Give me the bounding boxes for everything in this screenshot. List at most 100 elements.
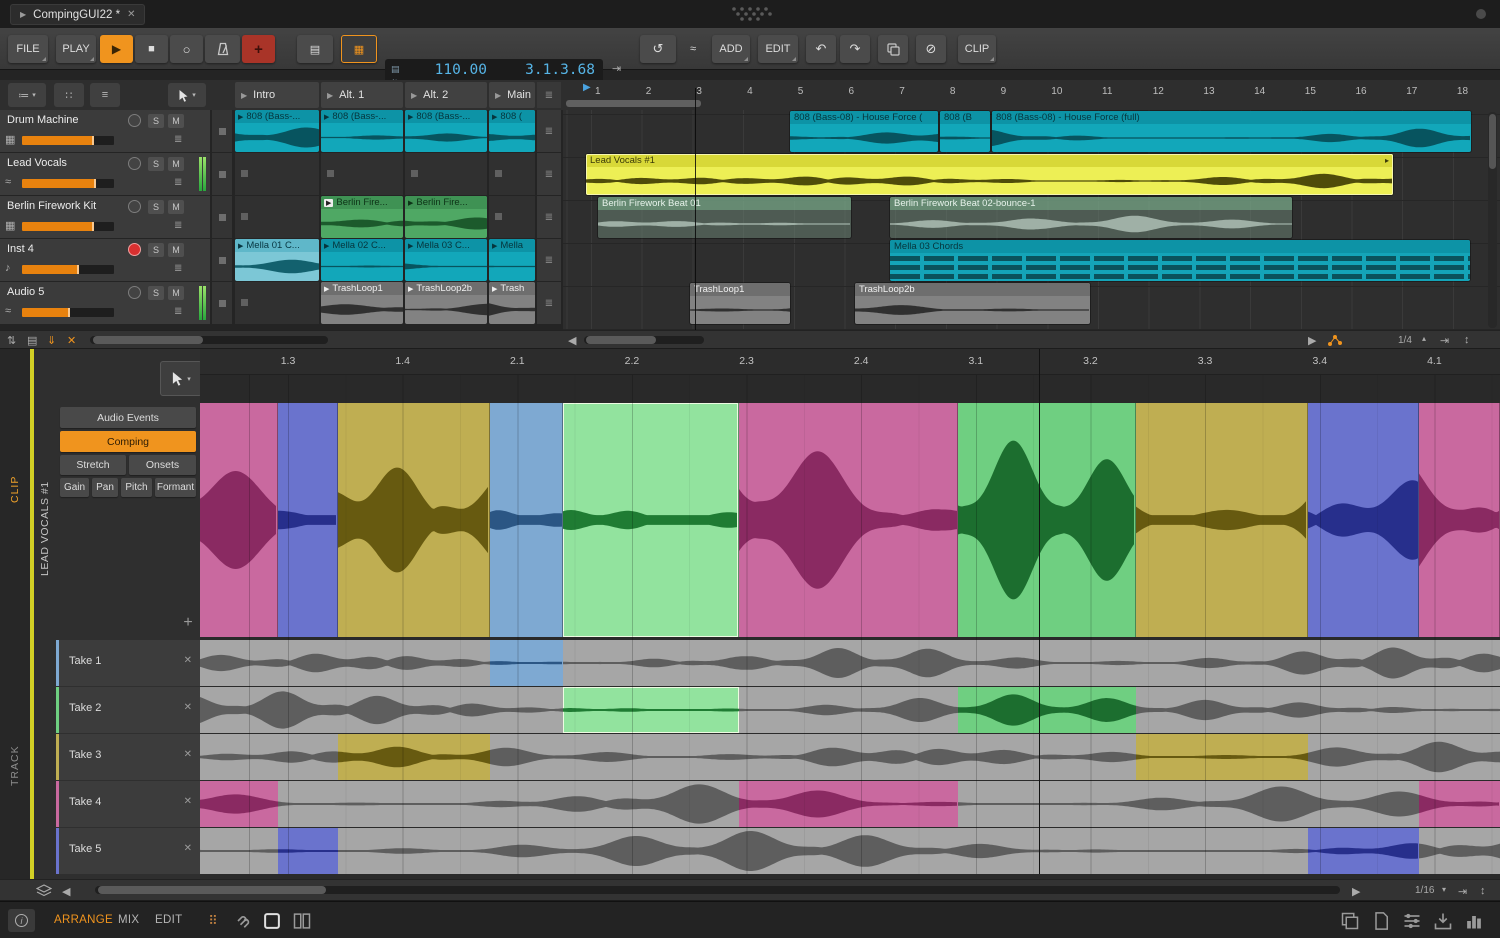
tempo-value[interactable]: 110.00 xyxy=(415,62,487,78)
track-menu-icon[interactable]: ≣ xyxy=(174,263,182,274)
editor-h-scrollbar-track[interactable] xyxy=(95,886,1340,894)
goto-end-icon[interactable]: ⇥ xyxy=(1440,334,1449,347)
swing-button[interactable]: ≈ xyxy=(680,35,706,63)
arr-ruler-label[interactable]: 4 xyxy=(747,86,753,97)
clip-play-icon[interactable]: ▶ xyxy=(324,113,329,121)
inbox-icon[interactable] xyxy=(1433,911,1453,931)
comp-section[interactable] xyxy=(739,403,958,637)
editor-ruler[interactable]: 1.31.42.12.22.32.43.13.23.33.44.1 xyxy=(200,349,1500,375)
clip-launcher-empty-slot[interactable] xyxy=(489,153,535,195)
clip-launcher-clip[interactable]: ▶Berlin Fire... xyxy=(321,196,403,238)
arranger-clip[interactable]: Berlin Firework Beat 02-bounce-1 xyxy=(890,197,1292,238)
scene-header[interactable]: ▶Alt. 1 xyxy=(321,82,403,108)
comp-section[interactable] xyxy=(1136,403,1308,637)
arranger-clip[interactable]: TrashLoop2b xyxy=(855,283,1090,324)
arr-ruler-label[interactable]: 10 xyxy=(1051,86,1062,97)
scene-header[interactable]: ▶Alt. 2 xyxy=(405,82,487,108)
take-delete-button[interactable]: ✕ xyxy=(184,796,192,807)
track-slot-menu[interactable]: ≣ xyxy=(537,196,561,238)
clip-stop-cell[interactable] xyxy=(212,153,232,195)
take-delete-button[interactable]: ✕ xyxy=(184,843,192,854)
link-icon[interactable] xyxy=(233,911,253,931)
comp-section[interactable] xyxy=(563,403,739,637)
arranger-ruler[interactable]: ▶ 123456789101112131415161718 xyxy=(563,80,1500,110)
clip-launcher-empty-slot[interactable] xyxy=(405,153,487,195)
automation-write-button[interactable]: ▤ xyxy=(297,35,333,63)
track-header[interactable]: Audio 5SM≈≣ xyxy=(0,282,210,324)
clip-launcher-clip[interactable]: ▶Mella 01 C... xyxy=(235,239,319,281)
clip-play-icon[interactable]: ▶ xyxy=(324,199,333,207)
timeline-scrollbar-thumb[interactable] xyxy=(586,336,656,344)
editor-tool-button[interactable]: ▾ xyxy=(160,361,202,396)
focus-toggle-icon[interactable] xyxy=(262,911,282,931)
tab-track[interactable]: TRACK xyxy=(0,731,30,801)
scroll-left-icon[interactable]: ◀ xyxy=(568,334,576,347)
mute-button[interactable]: M xyxy=(168,157,184,171)
timeline-scrollbar-track[interactable] xyxy=(584,336,704,344)
arranger-clip[interactable]: 808 (B xyxy=(940,111,990,152)
clip-play-icon[interactable]: ▶ xyxy=(408,285,413,293)
take-label[interactable]: Take 4✕ xyxy=(56,781,200,827)
arr-ruler-label[interactable]: 8 xyxy=(950,86,956,97)
arranger-clip[interactable]: Berlin Firework Beat 01 xyxy=(598,197,851,238)
editor-h-scrollbar-thumb[interactable] xyxy=(98,886,326,894)
clip-play-icon[interactable]: ▶ xyxy=(324,242,329,250)
take-section[interactable] xyxy=(1308,828,1419,874)
dual-panel-icon[interactable] xyxy=(292,911,312,931)
edit-ruler-label[interactable]: 3.1 xyxy=(969,355,984,367)
take-label[interactable]: Take 2✕ xyxy=(56,687,200,733)
take-label[interactable]: Take 3✕ xyxy=(56,734,200,780)
clip-stop-cell[interactable] xyxy=(212,196,232,238)
arr-ruler-label[interactable]: 17 xyxy=(1406,86,1417,97)
launcher-view-button[interactable]: ∷ xyxy=(54,83,84,107)
scene-header[interactable]: ▶Main xyxy=(489,82,535,108)
scene-play-icon[interactable]: ▶ xyxy=(241,91,247,100)
arr-ruler-label[interactable]: 11 xyxy=(1102,86,1112,97)
zoom-down-icon[interactable]: ▾ xyxy=(1442,885,1446,894)
arr-ruler-label[interactable]: 18 xyxy=(1457,86,1468,97)
track-fader[interactable] xyxy=(22,179,114,188)
clip-play-icon[interactable]: ▶ xyxy=(238,242,243,250)
comping-button[interactable]: Comping xyxy=(60,431,196,452)
arm-button[interactable] xyxy=(128,200,141,213)
scroll-follow-icon[interactable]: ⇅ xyxy=(7,334,16,347)
arr-ruler-label[interactable]: 9 xyxy=(1001,86,1007,97)
scene-header[interactable]: ▶Intro xyxy=(235,82,319,108)
editor-lanes[interactable]: 1.31.42.12.22.32.43.13.23.33.44.1 xyxy=(200,349,1500,879)
arr-ruler-label[interactable]: 16 xyxy=(1356,86,1367,97)
arranger-clip[interactable]: Lead Vocals #1▸ xyxy=(586,154,1393,195)
edit-ruler-label[interactable]: 4.1 xyxy=(1427,355,1442,367)
scroll-left-icon[interactable]: ◀ xyxy=(62,885,70,898)
clip-launcher-clip[interactable]: ▶808 (Bass-... xyxy=(235,110,319,152)
arr-ruler-label[interactable]: 6 xyxy=(849,86,855,97)
solo-button[interactable]: S xyxy=(148,200,164,214)
edit-ruler-label[interactable]: 3.4 xyxy=(1312,355,1327,367)
take-section[interactable] xyxy=(739,781,958,827)
take-delete-button[interactable]: ✕ xyxy=(184,702,192,713)
comp-lane[interactable] xyxy=(200,403,1500,637)
track-slot-menu[interactable]: ≣ xyxy=(537,153,561,195)
arm-button[interactable] xyxy=(128,286,141,299)
arranger-clip[interactable]: TrashLoop1 xyxy=(690,283,790,324)
scene-menu-header[interactable]: ≣ xyxy=(537,82,561,108)
arranger-clip[interactable]: 808 (Bass-08) - House Force ( xyxy=(790,111,938,152)
track-menu-icon[interactable]: ≣ xyxy=(174,134,182,145)
scene-play-icon[interactable]: ▶ xyxy=(327,91,333,100)
mute-button[interactable]: M xyxy=(168,243,184,257)
track-menu-icon[interactable]: ≣ xyxy=(174,177,182,188)
clip-play-icon[interactable]: ▶ xyxy=(238,113,243,121)
solo-button[interactable]: S xyxy=(148,286,164,300)
clip-play-icon[interactable]: ▶ xyxy=(408,113,413,121)
play-menu-button[interactable]: PLAY xyxy=(56,35,96,63)
cancel-button[interactable]: ⊘ xyxy=(916,35,946,63)
redo-button[interactable]: ↷ xyxy=(840,35,870,63)
take-section[interactable] xyxy=(958,687,1136,733)
layers-icon[interactable] xyxy=(36,884,52,897)
take-delete-button[interactable]: ✕ xyxy=(184,655,192,666)
arr-ruler-label[interactable]: 13 xyxy=(1203,86,1214,97)
clip-launcher-clip[interactable]: ▶808 ( xyxy=(489,110,535,152)
comp-section[interactable] xyxy=(278,403,338,637)
h-scrollbar-thumb[interactable] xyxy=(93,336,203,344)
arranger-tool-button[interactable]: ▾ xyxy=(168,83,206,107)
track-slot-menu[interactable]: ≣ xyxy=(537,110,561,152)
